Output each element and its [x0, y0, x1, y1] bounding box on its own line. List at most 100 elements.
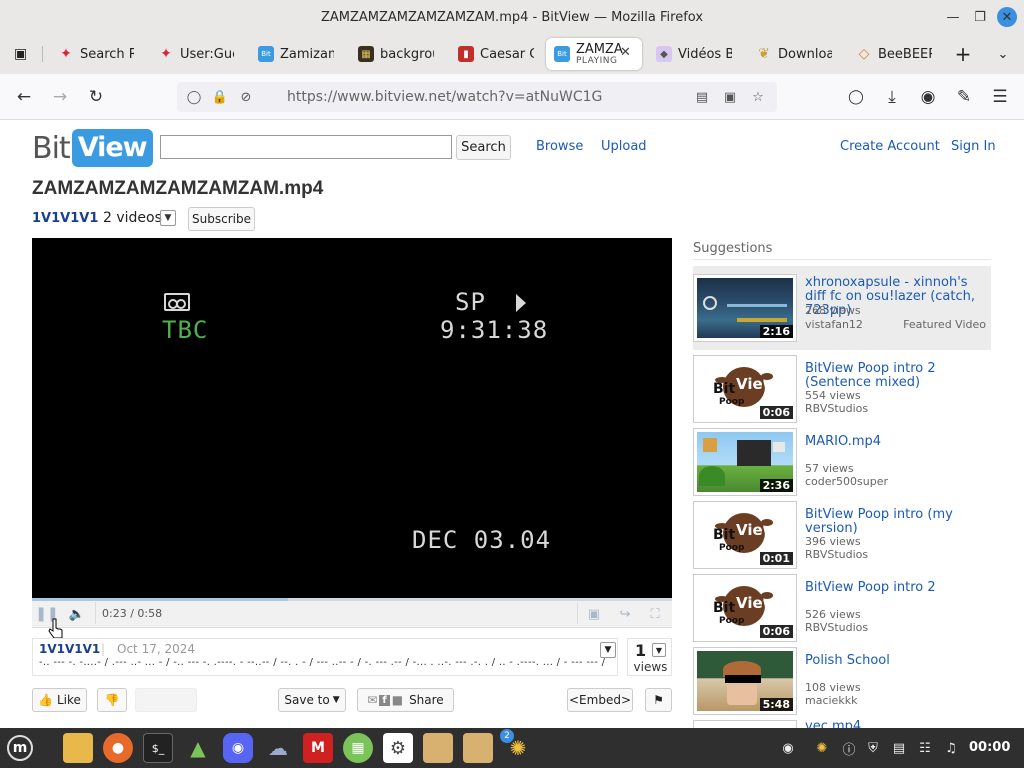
chevron-down-icon[interactable]: ▼ — [160, 210, 176, 226]
search-button[interactable]: Search — [456, 135, 511, 160]
tab-4[interactable]: ▮ Caesar Ci — [450, 38, 542, 70]
tab-list-button[interactable]: ⌄ — [990, 38, 1016, 70]
autoplay-blocked-icon[interactable]: ⊘ — [237, 88, 255, 106]
minimize-button[interactable]: — — [943, 7, 963, 27]
volume-icon[interactable]: 🔈 — [68, 605, 86, 623]
suggestion-title[interactable]: vec.mp4 — [805, 720, 991, 729]
update-manager-icon[interactable]: ▲ — [183, 733, 213, 763]
lock-icon[interactable]: 🔒 — [211, 88, 229, 106]
shield-tray-icon[interactable]: ⛨ — [864, 739, 882, 757]
suggestion-thumbnail[interactable]: 2:16 — [693, 274, 797, 342]
channel-link[interactable]: 1V1V1V1 — [32, 211, 98, 226]
uploader-link[interactable]: 1V1V1V1 — [39, 642, 100, 656]
suggestion-item[interactable]: Bit View Poop 0:06 BitView Poop intro 2 … — [693, 573, 991, 643]
create-account-link[interactable]: Create Account — [840, 139, 940, 154]
cloud-icon[interactable]: ☁ — [263, 733, 293, 763]
suggestion-author: RBVStudios — [805, 402, 869, 415]
tab-6[interactable]: ◆ Vidéos Bu — [648, 38, 740, 70]
suggestion-title[interactable]: MARIO.mp4 — [805, 435, 991, 449]
reload-button[interactable]: ↻ — [84, 85, 108, 109]
browse-link[interactable]: Browse — [536, 139, 583, 154]
forward-button[interactable]: → — [48, 85, 72, 109]
suggestion-item[interactable]: Bit View Poop 0:01 BitView Poop intro (m… — [693, 500, 991, 570]
tab-overview-button[interactable]: ▣ — [6, 38, 34, 70]
maximize-button[interactable]: ❐ — [970, 7, 990, 27]
suggestion-thumbnail[interactable]: 5:48 — [693, 647, 797, 715]
suggestion-thumbnail[interactable]: Bit View Poop 0:06 — [693, 574, 797, 642]
suggestion-title[interactable]: BitView Poop intro 2 (Sentence mixed) — [805, 362, 991, 390]
suggestion-item[interactable]: 2:36 MARIO.mp4 57 views coder500super — [693, 427, 991, 497]
suggestion-item[interactable]: 2:16 xhronoxapsule - xinnoh's diff fc on… — [693, 266, 991, 350]
suggestion-thumbnail[interactable] — [693, 720, 797, 728]
chevron-down-icon[interactable]: ▼ — [652, 643, 666, 657]
terminal-icon[interactable]: $_ — [143, 733, 173, 763]
settings-icon[interactable]: ⚙ — [383, 733, 413, 763]
close-window-button[interactable]: ✕ — [997, 7, 1017, 27]
embed-button[interactable]: <Embed> — [567, 688, 633, 712]
shield-icon[interactable]: ◯ — [185, 88, 203, 106]
discord-icon[interactable]: ◉ — [223, 733, 253, 763]
flag-button[interactable]: ⚑ — [645, 688, 672, 712]
suggestion-title[interactable]: BitView Poop intro (my version) — [805, 508, 991, 536]
upload-link[interactable]: Upload — [601, 139, 647, 154]
archive-icon[interactable] — [423, 733, 453, 763]
video-player[interactable]: TBC SP 9:31:38 DEC 03.04 — [32, 238, 672, 598]
grid-app-icon[interactable]: ▦ — [343, 733, 373, 763]
suggestion-item[interactable]: vec.mp4 — [693, 719, 991, 728]
start-menu-button[interactable]: m — [5, 733, 35, 763]
suggestion-title[interactable]: BitView Poop intro 2 — [805, 581, 991, 595]
captions-icon[interactable]: ▣ — [585, 605, 603, 623]
url-bar[interactable]: ◯ 🔒 ⊘ https://www.bitview.net/watch?v=at… — [177, 82, 777, 112]
sign-in-link[interactable]: Sign In — [951, 139, 996, 154]
save-to-button[interactable]: Save to ▼ — [278, 688, 346, 712]
suggestion-thumbnail[interactable]: Bit View Poop 0:06 — [693, 355, 797, 423]
download-icon[interactable]: ⤓ — [880, 85, 904, 109]
pocket-icon[interactable]: ◯ — [844, 85, 868, 109]
reader-view-icon[interactable]: ▤ — [693, 88, 711, 106]
network-tray-icon[interactable]: ☷ — [916, 739, 934, 757]
clipboard-tray-icon[interactable]: ▤ — [890, 739, 908, 757]
archive-icon[interactable] — [463, 733, 493, 763]
tab-active[interactable]: Bit ZAMZA PLAYING ✕ — [546, 38, 642, 70]
popout-icon[interactable]: ↪ — [616, 605, 634, 623]
bitview-logo[interactable]: Bit View — [32, 128, 153, 168]
tab-0[interactable]: ✦ Search Re — [50, 38, 142, 70]
beebeep-tray-icon[interactable]: ✺ — [813, 739, 831, 757]
tab-1[interactable]: ✦ User:Gue — [150, 38, 242, 70]
thumbs-down-icon: 👎 — [104, 693, 120, 707]
files-icon[interactable] — [63, 733, 93, 763]
fullscreen-icon[interactable]: ⛶ — [646, 605, 664, 623]
share-button[interactable]: ✉ f ■ Share — [357, 688, 454, 712]
new-tab-button[interactable]: + — [950, 38, 976, 70]
extensions-icon[interactable]: ✎ — [952, 85, 976, 109]
tab-2[interactable]: Bit Zamizami — [250, 38, 342, 70]
expand-description-icon[interactable]: ▼ — [600, 642, 616, 658]
info-tray-icon[interactable]: ⓘ — [840, 739, 858, 758]
seek-bar[interactable] — [32, 598, 672, 601]
account-icon[interactable]: ◉ — [916, 85, 940, 109]
firefox-icon[interactable]: ● — [103, 733, 133, 763]
discord-tray-icon[interactable]: ◉ — [779, 739, 797, 757]
suggestion-thumbnail[interactable]: Bit View Poop 0:01 — [693, 501, 797, 569]
osd-time: 9:31:38 — [440, 316, 549, 344]
url-text[interactable]: https://www.bitview.net/watch?v=atNuWC1G — [287, 89, 602, 105]
suggestion-thumbnail[interactable]: 2:36 — [693, 428, 797, 496]
bookmark-star-icon[interactable]: ☆ — [749, 88, 767, 106]
tab-3[interactable]: ▦ backgrou — [350, 38, 442, 70]
play-indicator-icon — [516, 294, 526, 312]
tab-7[interactable]: ❦ Downloa — [748, 38, 840, 70]
like-button[interactable]: 👍 Like — [32, 688, 87, 712]
close-tab-icon[interactable]: ✕ — [620, 45, 631, 60]
subscribe-button[interactable]: Subscribe — [188, 207, 255, 231]
volume-tray-icon[interactable]: ♫ — [942, 739, 960, 757]
mario-icon[interactable]: M — [303, 733, 333, 763]
search-input[interactable] — [160, 135, 452, 159]
suggestion-item[interactable]: Bit View Poop 0:06 BitView Poop intro 2 … — [693, 354, 991, 424]
tab-8[interactable]: ◇ BeeBEEP — [848, 38, 940, 70]
pip-icon[interactable]: ▣ — [721, 88, 739, 106]
menu-icon[interactable]: ☰ — [988, 85, 1012, 109]
dislike-button[interactable]: 👎 — [97, 688, 127, 712]
back-button[interactable]: ← — [12, 85, 36, 109]
suggestion-title[interactable]: Polish School — [805, 654, 991, 668]
suggestion-item[interactable]: 5:48 Polish School 108 views maciekkk — [693, 646, 991, 716]
